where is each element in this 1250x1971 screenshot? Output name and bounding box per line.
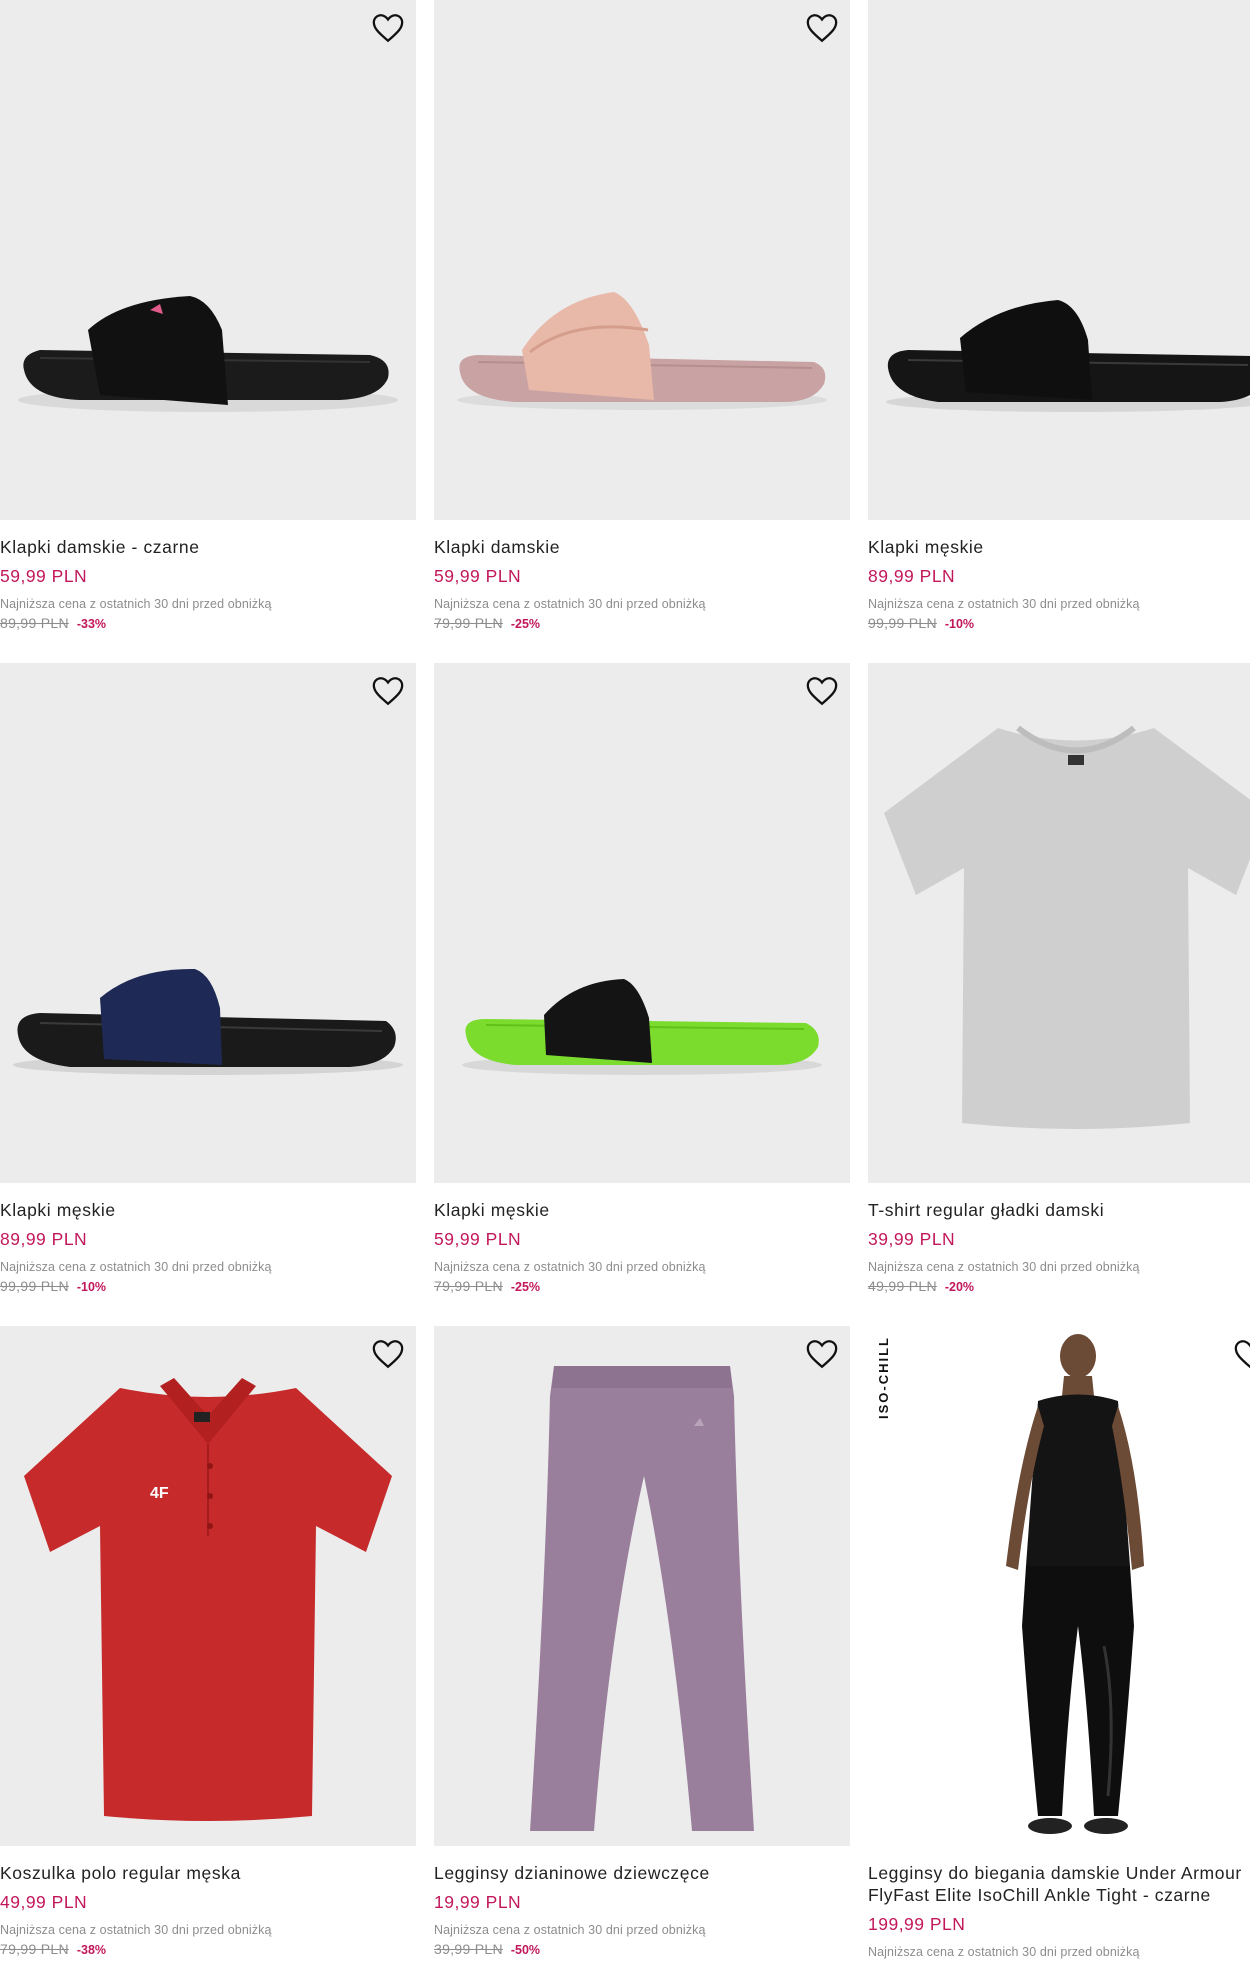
lowest-price-note: Najniższa cena z ostatnich 30 dni przed … xyxy=(0,1923,272,1937)
discount-badge: -25% xyxy=(510,1280,541,1294)
old-price: 89,99 PLN xyxy=(0,615,69,631)
discount-badge: -25% xyxy=(510,617,541,631)
old-price-row: 99,99 PLN -10% xyxy=(0,1278,416,1294)
old-price: 39,99 PLN xyxy=(434,1941,503,1957)
slide-image xyxy=(13,968,403,1075)
product-image[interactable] xyxy=(868,663,1250,1183)
slide-image xyxy=(462,979,822,1075)
favorite-heart-icon[interactable] xyxy=(370,10,406,46)
tshirt-image xyxy=(884,725,1250,1129)
product-card[interactable]: Klapki męskie 59,99 PLN Najniższa cena z… xyxy=(434,663,850,1294)
discount-badge: -33% xyxy=(76,617,107,631)
product-price: 59,99 PLN xyxy=(0,566,88,586)
lowest-price-note: Najniższa cena z ostatnich 30 dni przed … xyxy=(434,1923,706,1937)
product-price: 39,99 PLN xyxy=(868,1229,956,1249)
slide-image xyxy=(886,300,1250,412)
product-image[interactable] xyxy=(434,1326,850,1846)
product-name[interactable]: T-shirt regular gładki damski xyxy=(868,1199,1250,1221)
old-price: 79,99 PLN xyxy=(434,1278,503,1294)
favorite-heart-icon[interactable] xyxy=(1232,1336,1250,1372)
product-card[interactable]: Klapki męskie 89,99 PLN Najniższa cena z… xyxy=(0,663,416,1294)
product-image[interactable]: 4F xyxy=(0,1326,416,1846)
lowest-price-note: Najniższa cena z ostatnich 30 dni przed … xyxy=(434,597,706,611)
old-price-row: 79,99 PLN -25% xyxy=(434,615,850,631)
product-price: 19,99 PLN xyxy=(434,1892,522,1912)
lowest-price-note: Najniższa cena z ostatnich 30 dni przed … xyxy=(868,1260,1140,1274)
leggings-image xyxy=(530,1366,754,1831)
lowest-price-note: Najniższa cena z ostatnich 30 dni przed … xyxy=(868,597,1140,611)
favorite-heart-icon[interactable] xyxy=(804,1336,840,1372)
old-price-row: 49,99 PLN -20% xyxy=(868,1278,1250,1294)
old-price: 99,99 PLN xyxy=(0,1278,69,1294)
product-name[interactable]: Legginsy dzianinowe dziewczęce xyxy=(434,1862,850,1884)
product-image[interactable]: ISO-CHILL xyxy=(868,1326,1250,1846)
product-name[interactable]: Klapki męskie xyxy=(434,1199,850,1221)
product-price: 199,99 PLN xyxy=(868,1914,966,1934)
product-card[interactable]: T-shirt regular gładki damski 39,99 PLN … xyxy=(868,663,1250,1294)
product-price: 89,99 PLN xyxy=(0,1229,88,1249)
old-price-row: 39,99 PLN -50% xyxy=(434,1941,850,1957)
lowest-price-note: Najniższa cena z ostatnich 30 dni przed … xyxy=(0,597,272,611)
discount-badge: -20% xyxy=(944,1280,975,1294)
product-image[interactable] xyxy=(0,0,416,520)
discount-badge: -50% xyxy=(510,1943,541,1957)
lowest-price-note: Najniższa cena z ostatnich 30 dni przed … xyxy=(434,1260,706,1274)
polo-image: 4F xyxy=(24,1378,392,1821)
product-price: 59,99 PLN xyxy=(434,566,522,586)
product-image[interactable] xyxy=(868,0,1250,520)
product-card[interactable]: 4F Koszulka polo regular męska 49,99 PLN… xyxy=(0,1326,416,1957)
product-image[interactable] xyxy=(0,663,416,1183)
product-name[interactable]: Legginsy do biegania damskie Under Armou… xyxy=(868,1862,1250,1906)
model-image xyxy=(1006,1334,1144,1834)
product-card[interactable]: Legginsy dzianinowe dziewczęce 19,99 PLN… xyxy=(434,1326,850,1957)
product-grid: Klapki damskie - czarne 59,99 PLN Najniż… xyxy=(0,0,1250,1971)
old-price: 79,99 PLN xyxy=(0,1941,69,1957)
product-price: 89,99 PLN xyxy=(868,566,956,586)
iso-chill-badge: ISO-CHILL xyxy=(876,1336,891,1419)
old-price-row: 79,99 PLN -25% xyxy=(434,1278,850,1294)
product-name[interactable]: Klapki męskie xyxy=(0,1199,416,1221)
favorite-heart-icon[interactable] xyxy=(370,1336,406,1372)
favorite-heart-icon[interactable] xyxy=(804,10,840,46)
polo-logo-text: 4F xyxy=(150,1485,169,1502)
discount-badge: -38% xyxy=(76,1943,107,1957)
discount-badge: -10% xyxy=(76,1280,107,1294)
old-price: 79,99 PLN xyxy=(434,615,503,631)
lowest-price-note: Najniższa cena z ostatnich 30 dni przed … xyxy=(868,1945,1140,1959)
favorite-heart-icon[interactable] xyxy=(804,673,840,709)
product-image[interactable] xyxy=(434,663,850,1183)
old-price: 99,99 PLN xyxy=(868,615,937,631)
old-price-row: 79,99 PLN -38% xyxy=(0,1941,416,1957)
product-name[interactable]: Koszulka polo regular męska xyxy=(0,1862,416,1884)
product-card[interactable]: Klapki damskie 59,99 PLN Najniższa cena … xyxy=(434,0,850,631)
product-image[interactable] xyxy=(434,0,850,520)
product-card[interactable]: ISO-CHILL Legginsy do biegania damskie U… xyxy=(868,1326,1250,1959)
old-price: 49,99 PLN xyxy=(868,1278,937,1294)
old-price-row: 89,99 PLN -33% xyxy=(0,615,416,631)
product-card[interactable]: Klapki damskie - czarne 59,99 PLN Najniż… xyxy=(0,0,416,631)
old-price-row: 99,99 PLN -10% xyxy=(868,615,1250,631)
discount-badge: -10% xyxy=(944,617,975,631)
slide-image xyxy=(457,292,827,410)
product-name[interactable]: Klapki damskie - czarne xyxy=(0,536,416,558)
slide-image xyxy=(18,296,398,412)
favorite-heart-icon[interactable] xyxy=(370,673,406,709)
product-price: 49,99 PLN xyxy=(0,1892,88,1912)
lowest-price-note: Najniższa cena z ostatnich 30 dni przed … xyxy=(0,1260,272,1274)
product-card[interactable]: Klapki męskie 89,99 PLN Najniższa cena z… xyxy=(868,0,1250,631)
product-name[interactable]: Klapki damskie xyxy=(434,536,850,558)
product-price: 59,99 PLN xyxy=(434,1229,522,1249)
product-name[interactable]: Klapki męskie xyxy=(868,536,1250,558)
